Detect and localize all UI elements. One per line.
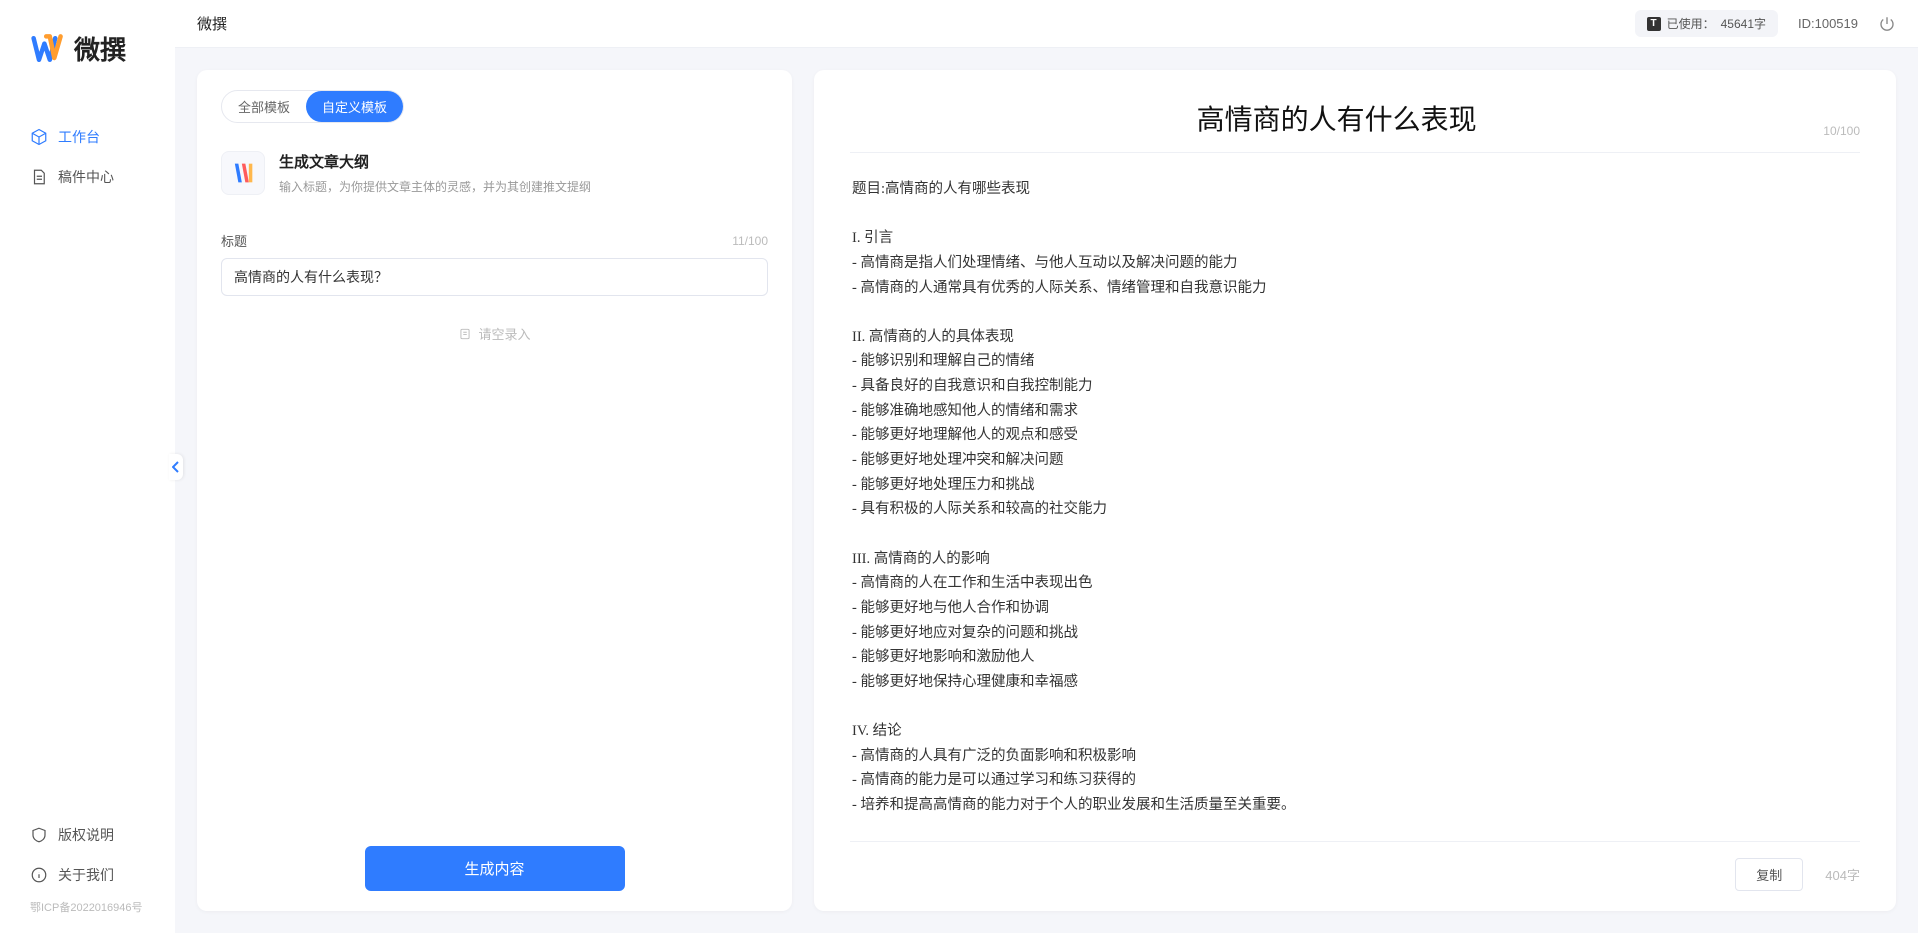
brand-logo-icon — [30, 31, 66, 67]
nav-label: 版权说明 — [58, 825, 114, 845]
tab-custom-template[interactable]: 自定义模板 — [306, 91, 403, 122]
generate-button[interactable]: 生成内容 — [365, 846, 625, 891]
usage-badge[interactable]: T 已使用： 45641字 — [1635, 10, 1778, 37]
usage-value: 45641字 — [1721, 15, 1766, 32]
template-description: 输入标题，为你提供文章主体的灵感，并为其创建推文提纲 — [279, 178, 591, 195]
sidebar-bottom-nav: 版权说明 关于我们 鄂ICP备2022016946号 — [0, 815, 175, 933]
template-name: 生成文章大纲 — [279, 151, 591, 172]
empty-tooltip: 请空录入 — [221, 324, 768, 343]
power-icon[interactable] — [1878, 15, 1896, 33]
usage-prefix: 已使用： — [1667, 15, 1715, 32]
empty-tooltip-text: 请空录入 — [478, 324, 530, 343]
result-header: 高情商的人有什么表现 10/100 — [850, 98, 1860, 153]
user-id: ID:100519 — [1798, 16, 1858, 31]
title-input[interactable] — [221, 258, 768, 296]
nav-drafts[interactable]: 稿件中心 — [0, 157, 175, 197]
icp-text: 鄂ICP备2022016946号 — [0, 895, 175, 923]
books-icon — [229, 159, 257, 187]
sidebar-collapse-handle[interactable] — [169, 454, 183, 480]
result-panel: 高情商的人有什么表现 10/100 题目:高情商的人有哪些表现 I. 引言 - … — [814, 70, 1896, 911]
nav-label: 工作台 — [58, 127, 100, 147]
result-footer: 复制 404字 — [850, 841, 1860, 891]
shield-icon — [30, 826, 48, 844]
result-body[interactable]: 题目:高情商的人有哪些表现 I. 引言 - 高情商是指人们处理情绪、与他人互动以… — [850, 153, 1860, 841]
nav-about[interactable]: 关于我们 — [0, 855, 175, 895]
nav-copyright[interactable]: 版权说明 — [0, 815, 175, 855]
result-title: 高情商的人有什么表现 — [850, 98, 1823, 138]
result-word-count: 404字 — [1825, 865, 1860, 884]
info-icon — [30, 866, 48, 884]
nav-workbench[interactable]: 工作台 — [0, 117, 175, 157]
title-label: 标题 — [221, 231, 247, 250]
template-icon — [221, 151, 265, 195]
document-icon — [30, 168, 48, 186]
tab-all-templates[interactable]: 全部模板 — [222, 91, 306, 122]
copy-button[interactable]: 复制 — [1735, 858, 1803, 891]
topbar: 微撰 T 已使用： 45641字 ID:100519 — [175, 0, 1918, 48]
main: 微撰 T 已使用： 45641字 ID:100519 全部模板 自定义模板 — [175, 0, 1918, 933]
result-title-count: 10/100 — [1823, 124, 1860, 138]
title-char-count: 11/100 — [732, 234, 768, 248]
form-area: 标题 11/100 请空录入 — [221, 231, 768, 343]
note-icon — [458, 327, 472, 341]
nav-label: 关于我们 — [58, 865, 114, 885]
content-area: 全部模板 自定义模板 生成文章大纲 输入标题，为你提供文章主体的灵感，并为其创建… — [175, 48, 1918, 933]
chevron-left-icon — [172, 461, 180, 473]
sidebar-nav: 工作台 稿件中心 — [0, 97, 175, 815]
brand-logo[interactable]: 微撰 — [0, 0, 175, 97]
text-badge-icon: T — [1647, 17, 1661, 31]
brand-name: 微撰 — [74, 30, 126, 67]
page-title: 微撰 — [197, 13, 1615, 34]
cube-icon — [30, 128, 48, 146]
config-panel: 全部模板 自定义模板 生成文章大纲 输入标题，为你提供文章主体的灵感，并为其创建… — [197, 70, 792, 911]
template-header: 生成文章大纲 输入标题，为你提供文章主体的灵感，并为其创建推文提纲 — [221, 151, 768, 195]
nav-label: 稿件中心 — [58, 167, 114, 187]
sidebar: 微撰 工作台 稿件中心 版权说明 关于我们 鄂ICP备2022016946号 — [0, 0, 175, 933]
template-tabs: 全部模板 自定义模板 — [221, 90, 404, 123]
